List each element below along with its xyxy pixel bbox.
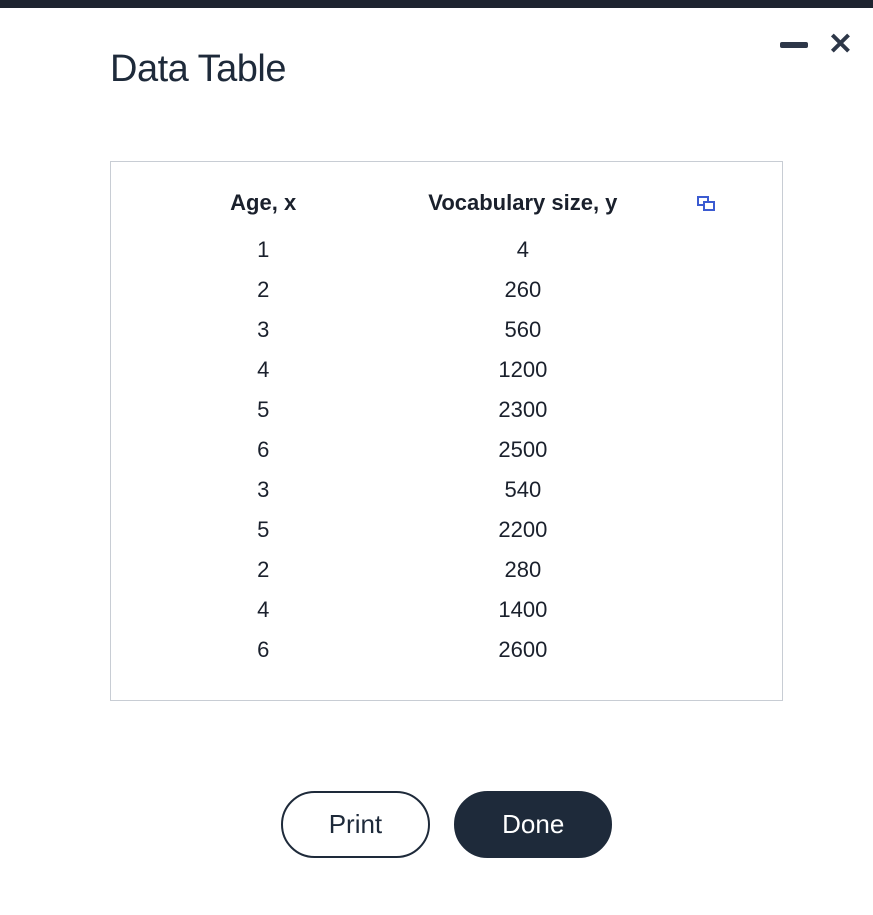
col-header-action — [660, 182, 752, 230]
cell-spacer — [660, 390, 752, 430]
table-row: 41200 — [141, 350, 752, 390]
cell-spacer — [660, 590, 752, 630]
cell-x: 6 — [141, 630, 385, 670]
table-header-row: Age, x Vocabulary size, y — [141, 182, 752, 230]
table-row: 14 — [141, 230, 752, 270]
cell-spacer — [660, 550, 752, 590]
window-accent-bar — [0, 0, 873, 8]
cell-x: 2 — [141, 270, 385, 310]
cell-spacer — [660, 430, 752, 470]
cell-spacer — [660, 230, 752, 270]
cell-x: 5 — [141, 510, 385, 550]
dialog-title: Data Table — [110, 48, 783, 91]
copy-icon[interactable] — [697, 196, 715, 212]
cell-y: 2600 — [385, 630, 660, 670]
cell-spacer — [660, 470, 752, 510]
cell-spacer — [660, 630, 752, 670]
col-header-y: Vocabulary size, y — [385, 182, 660, 230]
button-row: Print Done — [110, 791, 783, 858]
cell-spacer — [660, 350, 752, 390]
table-row: 2280 — [141, 550, 752, 590]
cell-x: 6 — [141, 430, 385, 470]
cell-y: 4 — [385, 230, 660, 270]
col-header-x: Age, x — [141, 182, 385, 230]
cell-spacer — [660, 270, 752, 310]
window-controls: ✕ — [780, 30, 853, 60]
table-row: 3540 — [141, 470, 752, 510]
print-button[interactable]: Print — [281, 791, 430, 858]
cell-y: 540 — [385, 470, 660, 510]
cell-x: 4 — [141, 590, 385, 630]
table-row: 62600 — [141, 630, 752, 670]
cell-y: 2200 — [385, 510, 660, 550]
cell-y: 260 — [385, 270, 660, 310]
dialog-content: Data Table Age, x Vocabulary size, y 142… — [0, 8, 873, 858]
table-card: Age, x Vocabulary size, y 14226035604120… — [110, 161, 783, 701]
cell-x: 3 — [141, 470, 385, 510]
cell-x: 3 — [141, 310, 385, 350]
cell-y: 2300 — [385, 390, 660, 430]
minimize-icon[interactable] — [780, 42, 808, 48]
data-table: Age, x Vocabulary size, y 14226035604120… — [141, 182, 752, 670]
cell-x: 4 — [141, 350, 385, 390]
table-row: 52300 — [141, 390, 752, 430]
cell-x: 5 — [141, 390, 385, 430]
table-row: 3560 — [141, 310, 752, 350]
cell-y: 1400 — [385, 590, 660, 630]
table-row: 62500 — [141, 430, 752, 470]
cell-spacer — [660, 310, 752, 350]
table-row: 41400 — [141, 590, 752, 630]
cell-x: 2 — [141, 550, 385, 590]
table-row: 2260 — [141, 270, 752, 310]
cell-y: 560 — [385, 310, 660, 350]
cell-x: 1 — [141, 230, 385, 270]
cell-spacer — [660, 510, 752, 550]
done-button[interactable]: Done — [454, 791, 612, 858]
cell-y: 2500 — [385, 430, 660, 470]
cell-y: 1200 — [385, 350, 660, 390]
cell-y: 280 — [385, 550, 660, 590]
close-icon[interactable]: ✕ — [828, 30, 853, 60]
table-row: 52200 — [141, 510, 752, 550]
